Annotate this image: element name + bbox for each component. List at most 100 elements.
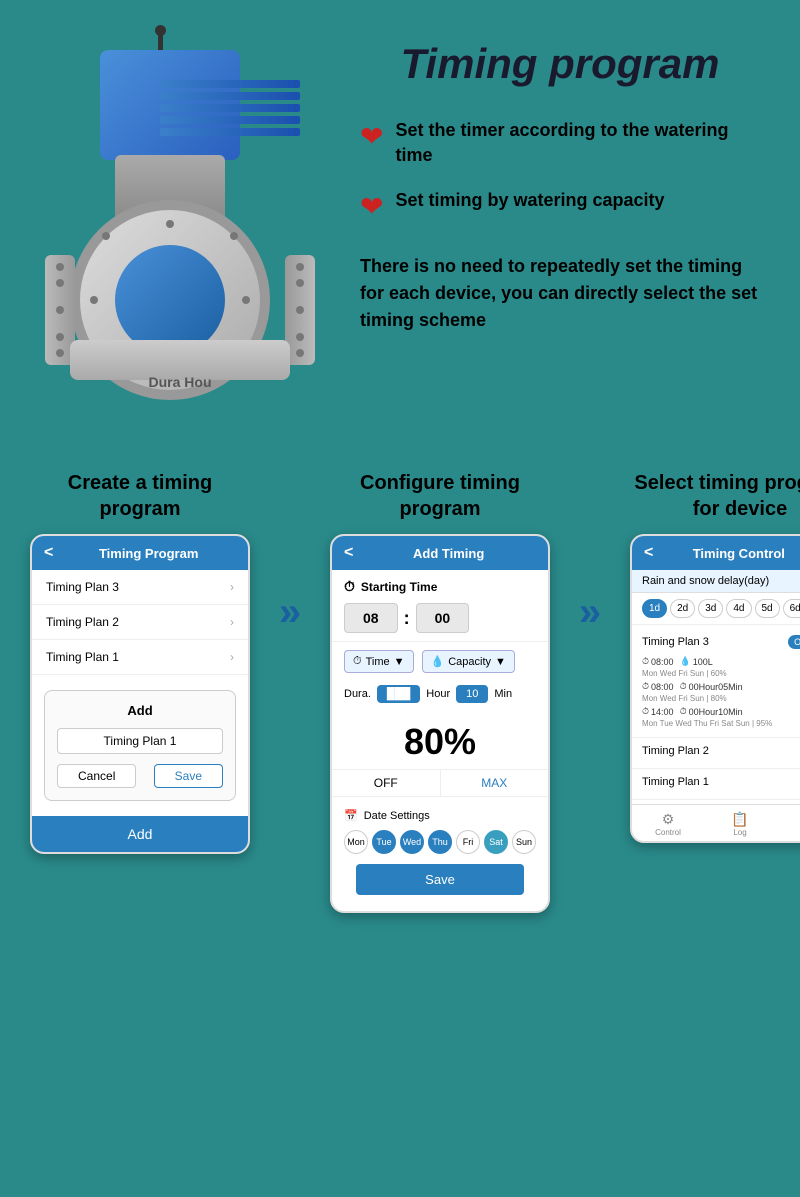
fin3 <box>160 104 300 112</box>
s3-day-tab-5d[interactable]: 5d <box>755 599 780 618</box>
s3-schedule-1: ⏱ 08:00 💧 100L <box>642 656 800 667</box>
s2-days-row: Mon Tue Wed Thu Fri Sat Sun <box>344 830 536 854</box>
s2-max-button[interactable]: MAX <box>441 770 549 796</box>
bolt1 <box>166 220 174 228</box>
s3-day-tab-6d[interactable]: 6d <box>783 599 800 618</box>
s2-time-dropdown-icon: ▼ <box>394 656 405 668</box>
s1-save-button[interactable]: Save <box>154 764 223 788</box>
s2-time-row: 08 : 00 <box>344 603 536 633</box>
s1-list-item-2[interactable]: Timing Plan 2 › <box>32 605 248 640</box>
s2-drop-icon: 💧 <box>431 655 445 668</box>
s3-control-icon: ⚙ <box>632 811 704 828</box>
s2-day-tue[interactable]: Tue <box>372 830 396 854</box>
s3-delay-label: Rain and snow delay(day) <box>632 570 800 593</box>
s1-list-item-3[interactable]: Timing Plan 3 › <box>32 570 248 605</box>
s3-sub-3: Mon Tue Wed Thu Fri Sat Sun | 95% <box>642 719 800 728</box>
s2-day-fri[interactable]: Fri <box>456 830 480 854</box>
s2-percent-display: 80% <box>332 711 548 769</box>
s3-back-arrow[interactable]: < <box>644 544 653 562</box>
s2-selectors-row: ⏱ Time ▼ 💧 Capacity ▼ <box>332 642 548 681</box>
s3-plan-1-section: Timing Plan 1 OFF <box>632 769 800 800</box>
s2-min-label: Min <box>494 688 512 700</box>
s3-header: < Timing Control ↻ <box>632 536 800 570</box>
s3-day-tab-3d[interactable]: 3d <box>698 599 723 618</box>
s2-capacity-dropdown-icon: ▼ <box>495 656 506 668</box>
fin1 <box>160 80 300 88</box>
s3-plan-3-name: Timing Plan 3 <box>642 636 709 648</box>
actuator-fins <box>160 80 300 140</box>
brand-text: Dura Hou <box>149 374 212 390</box>
fr-bolt3 <box>296 306 304 314</box>
s3-toggle-on-label: ON <box>788 635 800 649</box>
fr-bolt5 <box>296 349 304 357</box>
s2-starting-time-label: Starting Time <box>361 580 437 594</box>
fin5 <box>160 128 300 136</box>
s2-day-sat[interactable]: Sat <box>484 830 508 854</box>
s1-add-dialog: Add Cancel Save <box>44 690 236 801</box>
s2-off-button[interactable]: OFF <box>332 770 441 796</box>
bolt5 <box>102 232 110 240</box>
page-title: Timing program <box>360 40 760 88</box>
s3-tab-timing[interactable]: ≡ Timing <box>776 811 800 837</box>
s3-tab-log[interactable]: 📋 Log <box>704 811 776 837</box>
s3-day-tab-2d[interactable]: 2d <box>670 599 695 618</box>
s3-clock-1: ⏱ 08:00 <box>642 656 674 667</box>
s1-name-input[interactable] <box>57 728 223 754</box>
s2-hour-box[interactable]: 08 <box>344 603 398 633</box>
s2-back-arrow[interactable]: < <box>344 544 353 562</box>
s1-chevron-1: › <box>230 650 234 664</box>
s1-cancel-button[interactable]: Cancel <box>57 764 136 788</box>
antenna-tip <box>155 25 166 36</box>
s2-date-section: 📅 Date Settings Mon Tue Wed Thu Fri Sat … <box>332 803 548 911</box>
step-col-1: Create a timing program < Timing Program… <box>30 470 250 854</box>
bolt4 <box>242 296 250 304</box>
s3-sub-1: Mon Wed Fri Sun | 60% <box>642 669 800 678</box>
s3-cap-2: ⏱ 00Hour05Min <box>680 681 743 692</box>
s2-day-thu[interactable]: Thu <box>428 830 452 854</box>
s2-starting-time-title: ⏱ Starting Time <box>344 578 536 595</box>
bolt6 <box>230 232 238 240</box>
s1-header: < Timing Program <box>32 536 248 570</box>
s2-date-settings-title: 📅 Date Settings <box>344 809 536 822</box>
s2-day-wed[interactable]: Wed <box>400 830 424 854</box>
arrow-1: » <box>270 470 310 635</box>
s3-cap-val-3: 00Hour10Min <box>689 707 743 717</box>
s3-tab-control[interactable]: ⚙ Control <box>632 811 704 837</box>
s2-day-sun[interactable]: Sun <box>512 830 536 854</box>
feature-item-1: ❤ Set the timer according to the waterin… <box>360 118 760 168</box>
s3-cap-1: 💧 100L <box>680 656 713 667</box>
s2-min-box[interactable]: 00 <box>416 603 470 633</box>
arrow-right-icon-2: » <box>579 590 601 635</box>
bolt3 <box>90 296 98 304</box>
s1-list-item-1[interactable]: Timing Plan 1 › <box>32 640 248 675</box>
heart-icon-2: ❤ <box>360 190 383 223</box>
fr-bolt2 <box>296 279 304 287</box>
s3-header-title: Timing Control <box>661 546 800 561</box>
fin4 <box>160 116 300 124</box>
s3-time-1: 08:00 <box>651 657 674 667</box>
s2-date-label: Date Settings <box>364 810 430 822</box>
s3-plan-2-header: Timing Plan 2 OFF <box>642 744 800 758</box>
description-box: There is no need to repeatedly set the t… <box>360 243 760 344</box>
s2-time-select[interactable]: ⏱ Time ▼ <box>344 650 414 673</box>
s2-save-button[interactable]: Save <box>356 864 524 895</box>
fl-bolt5 <box>56 349 64 357</box>
s3-plan-3-section: Timing Plan 3 ON ⚫ ⏱ 08:00 💧 100L Mon We… <box>632 625 800 738</box>
s3-plan-3-toggle[interactable]: ON ⚫ <box>788 631 800 652</box>
s3-footer-tabs: ⚙ Control 📋 Log ≡ Timing <box>632 804 800 841</box>
phone-screen-2: < Add Timing ⏱ Starting Time 08 : 00 <box>330 534 550 913</box>
s1-dialog-title: Add <box>57 703 223 718</box>
s3-day-tab-4d[interactable]: 4d <box>726 599 751 618</box>
s2-day-mon[interactable]: Mon <box>344 830 368 854</box>
s1-chevron-2: › <box>230 615 234 629</box>
valve-disc-inner <box>115 245 225 355</box>
s1-back-arrow[interactable]: < <box>44 544 53 562</box>
s2-dura-label: Dura. <box>344 688 371 700</box>
s3-day-tab-1d[interactable]: 1d <box>642 599 667 618</box>
s3-plan-3-header: Timing Plan 3 ON ⚫ <box>642 631 800 652</box>
fr-bolt1 <box>296 263 304 271</box>
arrow-right-icon-1: » <box>279 590 301 635</box>
s2-capacity-select[interactable]: 💧 Capacity ▼ <box>422 650 515 673</box>
s1-add-footer[interactable]: Add <box>32 816 248 852</box>
s3-cap-val-2: 00Hour05Min <box>689 682 743 692</box>
